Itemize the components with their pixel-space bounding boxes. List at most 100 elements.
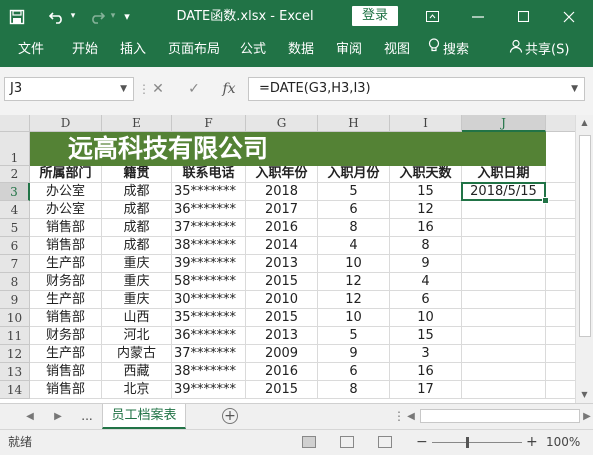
table-cell[interactable]: 2013 — [246, 327, 318, 345]
table-cell[interactable] — [462, 237, 546, 255]
table-cell[interactable]: 北京 — [102, 381, 172, 399]
table-cell[interactable]: 35******* — [172, 309, 246, 327]
table-cell[interactable]: 36******* — [172, 327, 246, 345]
table-cell[interactable]: 15 — [390, 327, 462, 345]
table-cell[interactable]: 销售部 — [30, 363, 102, 381]
row-header-8[interactable]: 8 — [0, 273, 30, 291]
row-header-7[interactable]: 7 — [0, 255, 30, 273]
chevron-down-icon[interactable]: ▼ — [120, 78, 127, 100]
table-cell[interactable]: 销售部 — [30, 219, 102, 237]
row-header-3[interactable]: 3 — [0, 183, 30, 201]
table-cell[interactable]: 10 — [390, 309, 462, 327]
page-layout-view-icon[interactable] — [340, 436, 354, 448]
table-cell[interactable]: 9 — [318, 345, 390, 363]
column-header-h[interactable]: H — [318, 115, 390, 132]
table-cell[interactable] — [462, 309, 546, 327]
table-cell[interactable]: 办公室 — [30, 201, 102, 219]
table-cell[interactable]: 37******* — [172, 345, 246, 363]
select-all-corner[interactable] — [0, 115, 30, 132]
table-cell[interactable]: 内蒙古 — [102, 345, 172, 363]
table-cell[interactable] — [546, 183, 575, 201]
save-icon[interactable] — [6, 0, 28, 33]
table-cell[interactable]: 财务部 — [30, 273, 102, 291]
table-cell[interactable]: 2009 — [246, 345, 318, 363]
row-header-4[interactable]: 4 — [0, 201, 30, 219]
add-sheet-icon[interactable]: + — [222, 408, 238, 424]
row-header-14[interactable]: 14 — [0, 381, 30, 399]
table-cell[interactable]: 2015 — [246, 381, 318, 399]
table-cell[interactable]: 成都 — [102, 201, 172, 219]
vertical-scroll-thumb[interactable] — [579, 135, 591, 337]
zoom-slider-knob[interactable] — [466, 437, 469, 448]
table-cell[interactable]: 4 — [390, 273, 462, 291]
table-cell[interactable]: 山西 — [102, 309, 172, 327]
table-cell[interactable] — [546, 345, 575, 363]
table-cell[interactable]: 2015 — [246, 273, 318, 291]
table-cell[interactable] — [546, 381, 575, 399]
table-cell[interactable]: 36******* — [172, 201, 246, 219]
table-cell[interactable]: 成都 — [102, 183, 172, 201]
fill-handle[interactable] — [542, 197, 549, 204]
table-cell[interactable]: 10 — [318, 309, 390, 327]
table-cell[interactable]: 8 — [318, 219, 390, 237]
table-cell[interactable]: 17 — [390, 381, 462, 399]
undo-dropdown-icon[interactable]: ▾ — [68, 0, 78, 33]
table-cell[interactable]: 2018 — [246, 183, 318, 201]
table-cell[interactable]: 9 — [390, 255, 462, 273]
formula-bar-grip-icon[interactable]: ⋮ — [138, 77, 150, 101]
table-cell[interactable]: 销售部 — [30, 309, 102, 327]
table-cell[interactable]: 2010 — [246, 291, 318, 309]
table-cell[interactable]: 财务部 — [30, 327, 102, 345]
table-cell[interactable]: 12 — [318, 291, 390, 309]
table-cell[interactable]: 2017 — [246, 201, 318, 219]
table-cell[interactable]: 重庆 — [102, 255, 172, 273]
table-cell[interactable]: 37******* — [172, 219, 246, 237]
table-cell[interactable]: 16 — [390, 219, 462, 237]
table-cell[interactable]: 销售部 — [30, 237, 102, 255]
table-cell[interactable]: 6 — [318, 363, 390, 381]
row-header-11[interactable]: 11 — [0, 327, 30, 345]
scroll-up-icon[interactable]: ▲ — [576, 115, 593, 131]
header-cell[interactable]: 籍贯 — [102, 166, 172, 183]
header-cell[interactable]: 联系电话 — [172, 166, 246, 183]
more-sheets-button[interactable]: ... — [78, 404, 96, 429]
table-cell[interactable]: 办公室 — [30, 183, 102, 201]
table-cell[interactable] — [462, 291, 546, 309]
table-cell[interactable] — [546, 255, 575, 273]
column-header-f[interactable]: F — [172, 115, 246, 132]
redo-dropdown-icon[interactable]: ▾ — [108, 0, 118, 33]
vertical-scrollbar[interactable]: ▲ ▼ — [575, 115, 593, 403]
header-cell[interactable]: 入职天数 — [390, 166, 462, 183]
table-cell[interactable] — [546, 237, 575, 255]
table-cell[interactable]: 10 — [318, 255, 390, 273]
table-cell[interactable]: 8 — [318, 381, 390, 399]
scroll-down-icon[interactable]: ▼ — [576, 387, 593, 403]
table-cell[interactable] — [546, 291, 575, 309]
table-cell[interactable] — [546, 363, 575, 381]
table-cell[interactable]: 16 — [390, 363, 462, 381]
table-cell[interactable]: 2014 — [246, 237, 318, 255]
table-cell[interactable]: 12 — [318, 273, 390, 291]
table-cell[interactable] — [546, 219, 575, 237]
zoom-level[interactable]: 100% — [546, 430, 580, 455]
sheet-tab-active[interactable]: 员工档案表 — [102, 404, 186, 429]
tab-page-layout[interactable]: 页面布局 — [168, 33, 220, 67]
tab-insert[interactable]: 插入 — [120, 33, 146, 67]
undo-icon[interactable] — [46, 0, 68, 33]
row-header-6[interactable]: 6 — [0, 237, 30, 255]
header-cell[interactable]: 入职日期 — [462, 166, 546, 183]
table-cell[interactable] — [462, 255, 546, 273]
table-cell[interactable] — [546, 201, 575, 219]
column-header-partial[interactable] — [546, 115, 575, 132]
table-cell[interactable]: 生产部 — [30, 291, 102, 309]
table-cell[interactable]: 6 — [390, 291, 462, 309]
tab-data[interactable]: 数据 — [288, 33, 314, 67]
table-cell[interactable]: 销售部 — [30, 381, 102, 399]
table-cell[interactable]: 重庆 — [102, 291, 172, 309]
table-cell[interactable] — [462, 219, 546, 237]
row-header-1[interactable]: 1 — [0, 132, 30, 166]
share-button[interactable]: 共享(S) — [509, 33, 569, 67]
table-cell[interactable] — [462, 345, 546, 363]
sheet-prev-icon[interactable]: ◀ — [22, 404, 38, 429]
header-cell[interactable]: 入职月份 — [318, 166, 390, 183]
